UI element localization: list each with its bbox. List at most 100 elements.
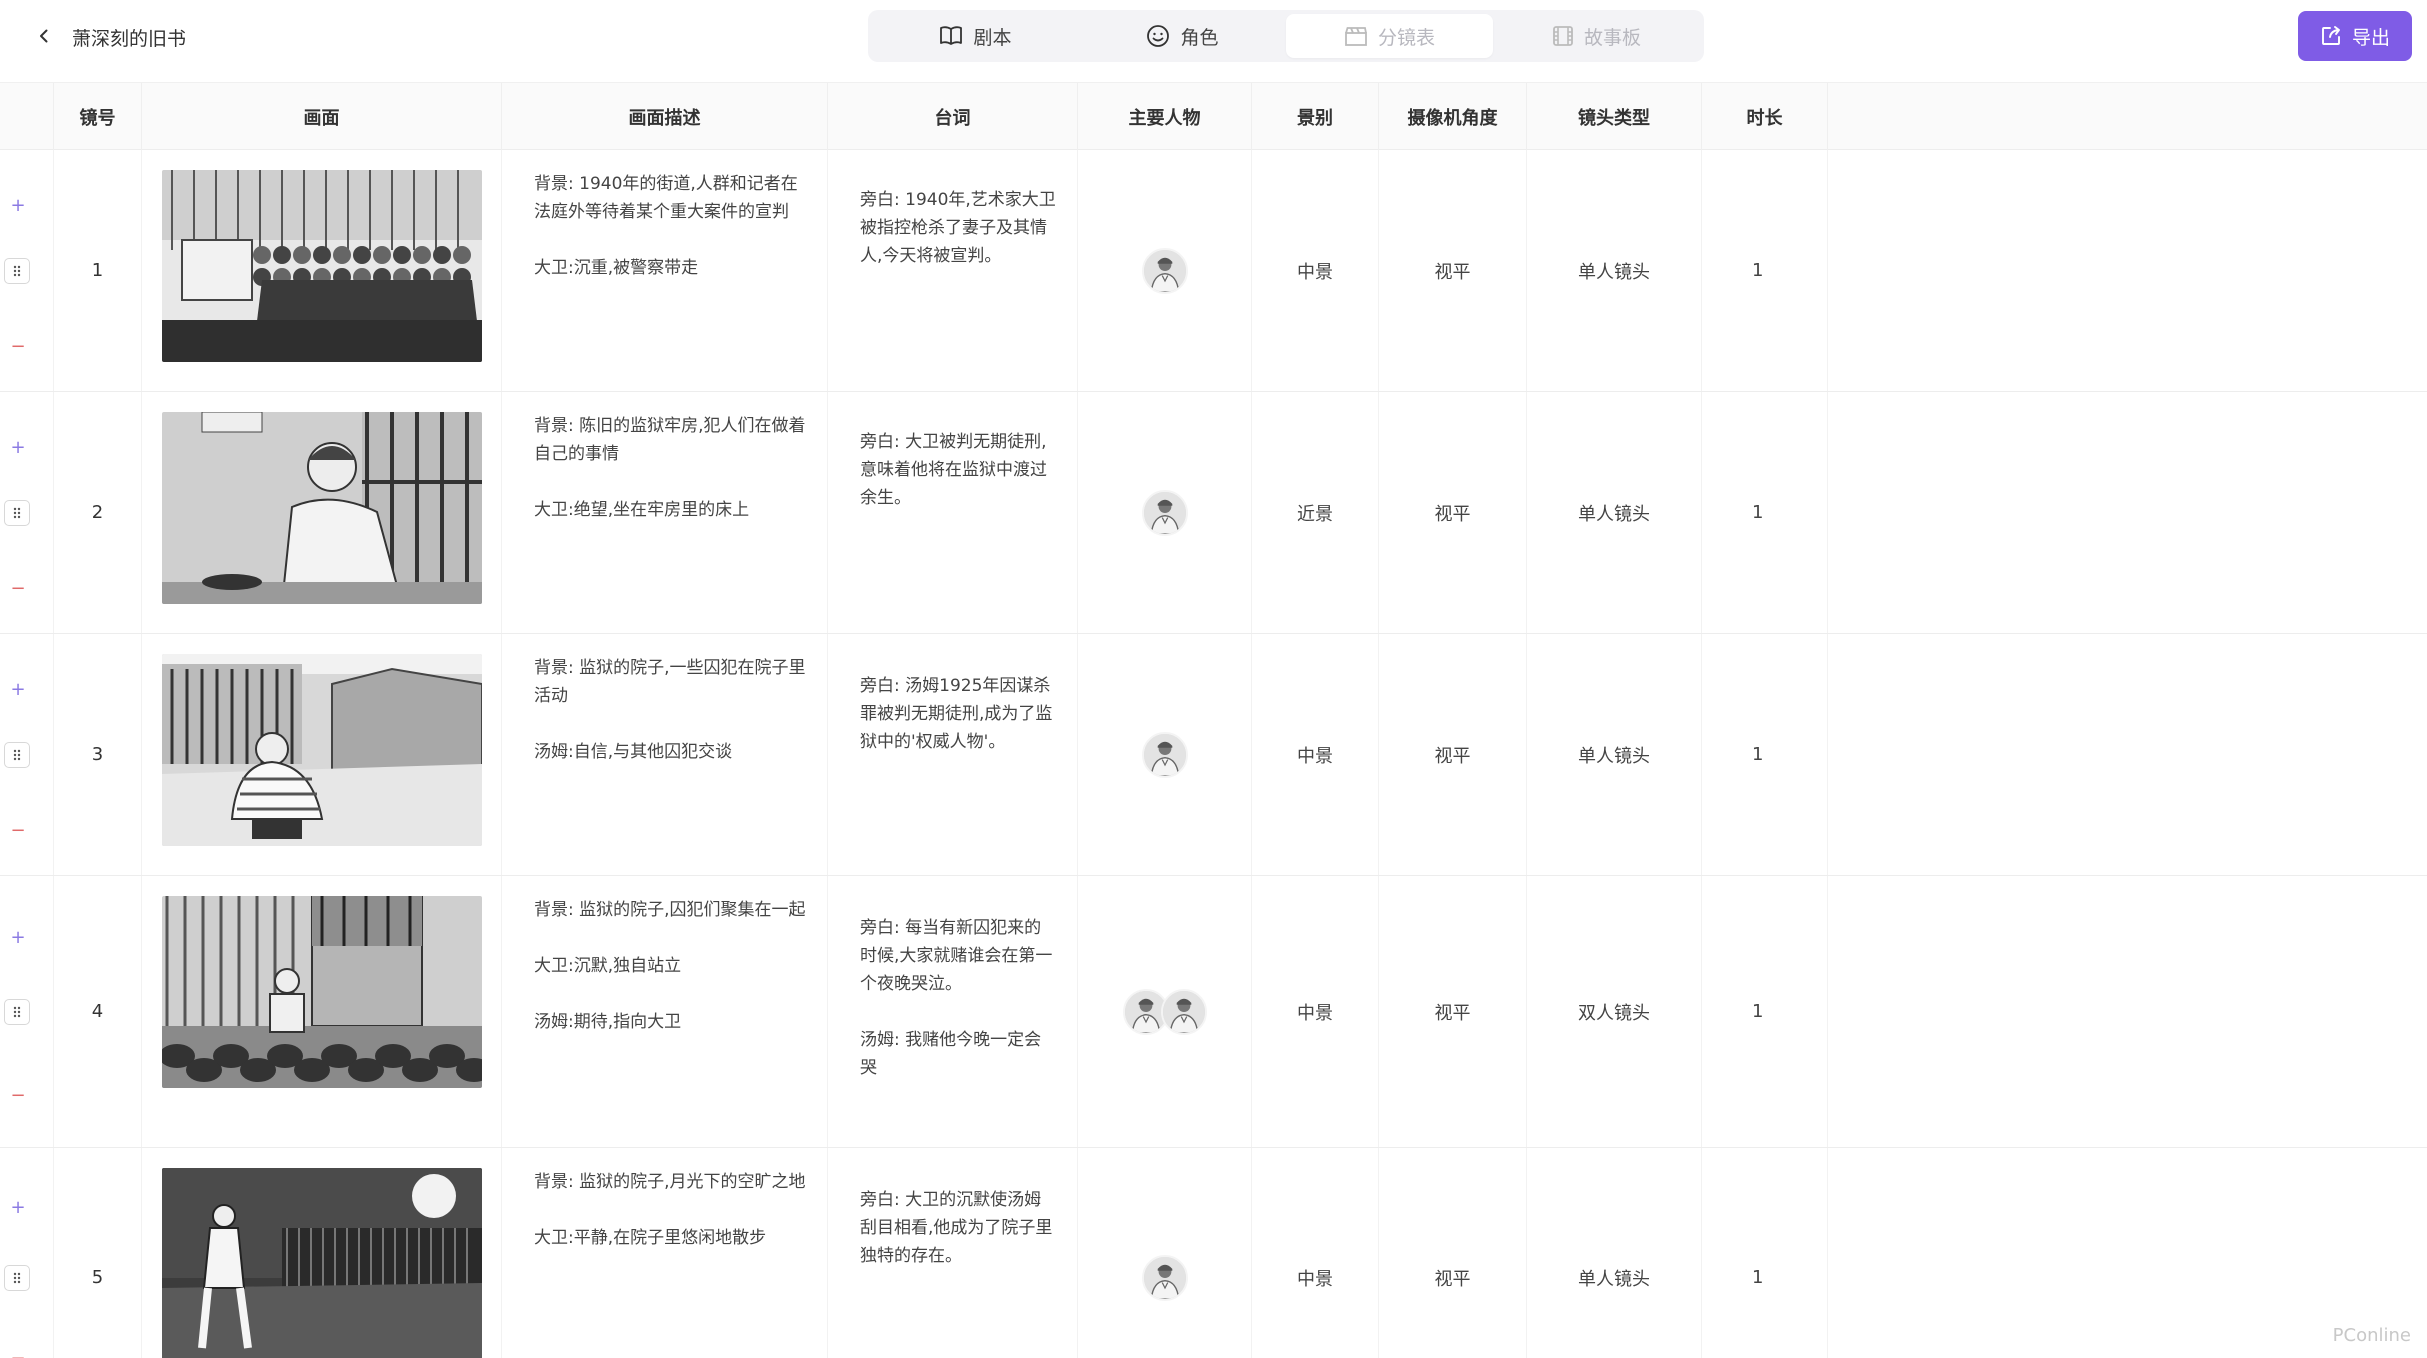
camera-angle-cell[interactable]: 视平 [1379,876,1527,1147]
tab-storyboard[interactable]: 故事板 [1493,14,1700,58]
dialogue-cell[interactable]: 旁白: 汤姆1925年因谋杀罪被判无期徒刑,成为了监狱中的'权威人物'。 [828,634,1078,875]
character-avatar[interactable] [1141,731,1188,778]
description-cell[interactable]: 背景: 监狱的院子,囚犯们聚集在一起 大卫:沉默,独自站立 汤姆:期待,指向大卫 [502,876,828,1147]
camera-angle-cell[interactable]: 视平 [1379,150,1527,391]
dialogue-line: 旁白: 每当有新囚犯来的时候,大家就赌谁会在第一个夜晚哭泣。 [860,918,1053,994]
description-cell[interactable]: 背景: 监狱的院子,一些囚犯在院子里活动汤姆:自信,与其他囚犯交谈 [502,634,828,875]
image-cell [142,876,502,1147]
delete-row-button[interactable]: − [10,338,26,356]
table-row: + − 2 背景: 陈旧的监狱牢房,犯人们在做着自己的事情 大卫:绝望,坐在牢房里的床上… [0,392,2427,634]
drag-handle[interactable] [4,742,30,768]
lens-type-cell[interactable]: 双人镜头 [1527,876,1702,1147]
characters-cell [1078,392,1252,633]
description-line: 背景: 监狱的院子,囚犯们聚集在一起 [534,900,806,920]
character-avatar[interactable] [1160,988,1207,1035]
dialogue-line: 汤姆: 我赌他今晚一定会哭 [860,1030,1042,1078]
add-row-above-button[interactable]: + [10,1199,26,1217]
camera-angle-cell[interactable]: 视平 [1379,1148,1527,1358]
drag-handle[interactable] [4,258,30,284]
camera-angle-cell[interactable]: 视平 [1379,634,1527,875]
add-row-above-button[interactable]: + [10,439,26,457]
characters-cell [1078,876,1252,1147]
tab-script[interactable]: 剧本 [872,14,1079,58]
th-dialogue: 台词 [828,83,1078,151]
image-cell [142,392,502,633]
grip-icon [13,507,21,519]
description-line: 大卫:沉重,被警察带走 [534,258,699,278]
framing-cell[interactable]: 中景 [1252,634,1379,875]
tab-label: 分镜表 [1377,26,1435,49]
view-tabs: 剧本 角色 分镜表 故事板 [868,10,1704,62]
shot-number: 4 [54,876,142,1147]
description-line: 背景: 监狱的院子,一些囚犯在院子里活动 [534,658,806,706]
description-line: 汤姆:自信,与其他囚犯交谈 [534,742,733,762]
film-icon [1553,26,1573,46]
storyboard-image[interactable] [162,412,482,604]
image-cell [142,634,502,875]
th-camera-angle: 摄像机角度 [1379,83,1527,151]
image-cell [142,1148,502,1358]
shot-number: 3 [54,634,142,875]
avatar-group [1141,247,1188,294]
character-avatar[interactable] [1141,489,1188,536]
chevron-left-icon [40,29,48,43]
table-row: +−5背景: 监狱的院子,月光下的空旷之地大卫:平静,在院子里悠闲地散步旁白: … [0,1148,2427,1358]
tab-storyboard-table[interactable]: 分镜表 [1286,14,1493,58]
add-row-above-button[interactable]: + [10,197,26,215]
lens-type-cell[interactable]: 单人镜头 [1527,634,1702,875]
dialogue-cell[interactable]: 旁白: 大卫的沉默使汤姆刮目相看,他成为了院子里独特的存在。 [828,1148,1078,1358]
delete-row-button[interactable]: − [10,1350,26,1358]
framing-cell[interactable]: 中景 [1252,1148,1379,1358]
duration-cell[interactable]: 1 [1702,634,1828,875]
description-cell[interactable]: 背景: 1940年的街道,人群和记者在法庭外等待着某个重大案件的宣判大卫:沉重,… [502,150,828,391]
delete-row-button[interactable]: − [10,1087,26,1105]
description-line: 背景: 1940年的街道,人群和记者在法庭外等待着某个重大案件的宣判 [534,174,798,222]
lens-type-cell[interactable]: 单人镜头 [1527,150,1702,391]
duration-cell[interactable]: 1 [1702,150,1828,391]
framing-cell[interactable]: 中景 [1252,876,1379,1147]
storyboard-image[interactable] [162,896,482,1088]
add-row-above-button[interactable]: + [10,929,26,947]
back-button[interactable] [30,22,58,50]
camera-angle-cell[interactable]: 视平 [1379,392,1527,633]
dialogue-line: 旁白: 1940年,艺术家大卫被指控枪杀了妻子及其情人,今天将被宣判。 [860,190,1056,266]
drag-handle[interactable] [4,500,30,526]
delete-row-button[interactable]: − [10,580,26,598]
export-button[interactable]: 导出 [2298,11,2412,61]
framing-cell[interactable]: 近景 [1252,392,1379,633]
book-icon [940,26,963,45]
description-cell[interactable]: 背景: 陈旧的监狱牢房,犯人们在做着自己的事情 大卫:绝望,坐在牢房里的床上 [502,392,828,633]
export-label: 导出 [2351,27,2390,49]
row-controls: +− [0,876,54,1147]
storyboard-image[interactable] [162,654,482,846]
add-row-above-button[interactable]: + [10,681,26,699]
th-characters: 主要人物 [1078,83,1252,151]
duration-cell[interactable]: 1 [1702,876,1828,1147]
dialogue-cell[interactable]: 旁白: 1940年,艺术家大卫被指控枪杀了妻子及其情人,今天将被宣判。 [828,150,1078,391]
drag-handle[interactable] [4,1265,30,1291]
framing-cell[interactable]: 中景 [1252,150,1379,391]
character-avatar[interactable] [1141,1254,1188,1301]
delete-row-button[interactable]: − [10,822,26,840]
clapperboard-icon [1345,27,1367,46]
dialogue-cell[interactable]: 旁白: 大卫被判无期徒刑,意味着他将在监狱中渡过余生。 [828,392,1078,633]
table-row: + − 1 背景: 1940年的街道,人群和记者在法庭外等待着某个重大案件的宣判大卫:… [0,150,2427,392]
shot-number: 5 [54,1148,142,1358]
shot-number: 2 [54,392,142,633]
storyboard-image[interactable] [162,1168,482,1358]
drag-handle[interactable] [4,999,30,1025]
th-description: 画面描述 [502,83,828,151]
description-cell[interactable]: 背景: 监狱的院子,月光下的空旷之地 大卫:平静,在院子里悠闲地散步 [502,1148,828,1358]
tab-label: 剧本 [973,26,1012,49]
character-avatar[interactable] [1141,247,1188,294]
tab-characters[interactable]: 角色 [1079,14,1286,58]
lens-type-cell[interactable]: 单人镜头 [1527,1148,1702,1358]
duration-cell[interactable]: 1 [1702,1148,1828,1358]
description-line: 汤姆:期待,指向大卫 [534,1012,682,1032]
dialogue-cell[interactable]: 旁白: 每当有新囚犯来的时候,大家就赌谁会在第一个夜晚哭泣。汤姆: 我赌他今晚一… [828,876,1078,1147]
characters-cell [1078,150,1252,391]
duration-cell[interactable]: 1 [1702,392,1828,633]
storyboard-image[interactable] [162,170,482,362]
row-controls: +− [0,1148,54,1358]
lens-type-cell[interactable]: 单人镜头 [1527,392,1702,633]
